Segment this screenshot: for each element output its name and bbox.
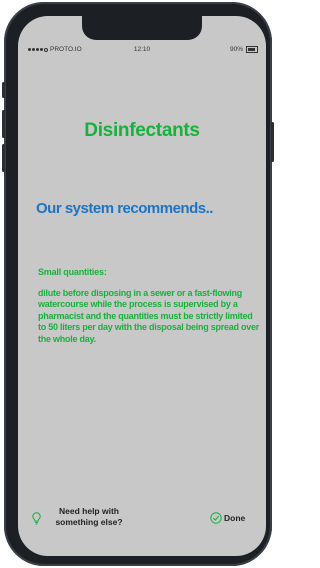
- volume-down-button: [2, 144, 5, 172]
- help-label: Need help with something else?: [55, 506, 123, 527]
- done-button[interactable]: Done: [210, 512, 245, 524]
- status-time: 12:10: [133, 46, 151, 53]
- recommendation-heading: Our system recommends..: [36, 200, 213, 217]
- power-button: [271, 122, 274, 162]
- help-link[interactable]: Need help with something else?: [32, 506, 129, 528]
- page-title: Disinfectants: [84, 120, 200, 141]
- status-bar: PROTO.IO 12:10 90%: [18, 46, 266, 58]
- quantity-label: Small quantities:: [38, 267, 107, 277]
- phone-frame: PROTO.IO 12:10 90% Disinfectants Our sys…: [2, 2, 274, 566]
- mute-switch: [2, 82, 5, 98]
- check-circle-icon: [210, 512, 222, 524]
- screen: PROTO.IO 12:10 90% Disinfectants Our sys…: [18, 16, 266, 556]
- battery-percent: 90%: [229, 46, 243, 53]
- battery-icon: [246, 46, 258, 53]
- volume-up-button: [2, 110, 5, 138]
- notch: [82, 16, 202, 40]
- done-label: Done: [224, 513, 246, 523]
- disposal-instructions: dilute before disposing in a sewer or a …: [38, 288, 260, 344]
- lightbulb-icon: [32, 512, 41, 525]
- battery-info: 90%: [230, 46, 258, 53]
